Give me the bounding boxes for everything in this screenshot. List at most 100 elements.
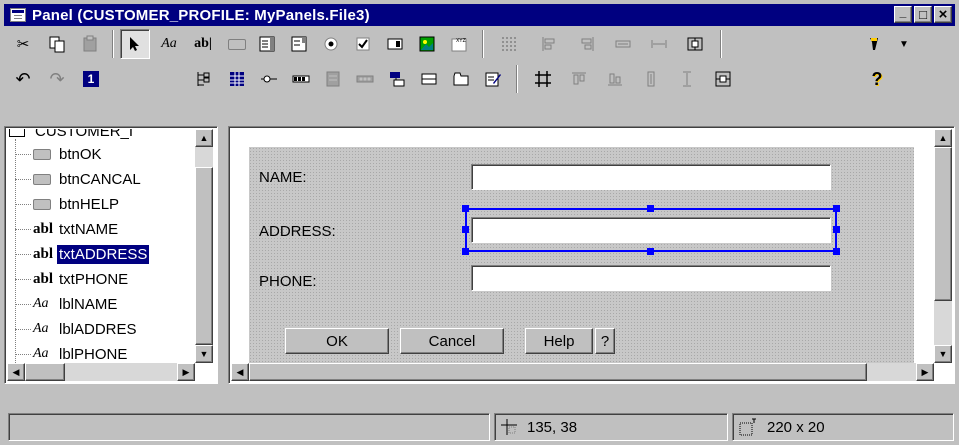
tree-item-btnCANCAL[interactable]: btnCANCAL <box>15 167 143 191</box>
button-tool-button[interactable] <box>222 29 252 59</box>
scroll-thumb[interactable] <box>195 167 213 345</box>
table-tool-button[interactable] <box>222 64 252 94</box>
menu-tool-button[interactable] <box>382 64 412 94</box>
progress-tool-button[interactable] <box>286 64 316 94</box>
tree-tool-button[interactable] <box>188 64 218 94</box>
scroll-right-button[interactable]: ▶ <box>177 363 195 381</box>
resize-handle[interactable] <box>647 248 654 255</box>
pointer-tool-button[interactable] <box>120 29 150 59</box>
tree-item-label: txtNAME <box>59 220 119 238</box>
tree-item-txtPHONE[interactable]: abl txtPHONE <box>15 267 130 291</box>
title-bar[interactable]: Panel (CUSTOMER_PROFILE: MyPanels.File3)… <box>4 4 955 26</box>
align-left-button[interactable] <box>534 29 564 59</box>
resize-handle[interactable] <box>833 205 840 212</box>
tree-item-btnHELP[interactable]: btnHELP <box>15 192 121 216</box>
tree-item-txtADDRESS[interactable]: abl txtADDRESS <box>15 242 150 266</box>
lbl-name[interactable]: NAME: <box>259 169 307 186</box>
dropdown-arrow-button[interactable]: ▼ <box>892 29 916 59</box>
spinner-tool-button[interactable] <box>350 64 380 94</box>
resize-handle[interactable] <box>462 248 469 255</box>
align-top-button[interactable] <box>564 64 594 94</box>
tree-vertical-scrollbar[interactable]: ▲ ▼ <box>195 129 213 363</box>
scroll-thumb[interactable] <box>25 363 65 381</box>
redo-button[interactable]: ↷ <box>42 64 72 94</box>
resize-handle[interactable] <box>462 226 469 233</box>
scroll-thumb[interactable] <box>249 363 867 381</box>
text-field-tool-button[interactable]: ab| <box>188 29 218 59</box>
question-button[interactable]: ? <box>595 328 615 354</box>
label-tool-button[interactable]: Aa <box>154 29 184 59</box>
design-vertical-scrollbar[interactable]: ▲ ▼ <box>934 129 952 363</box>
scroll-down-button[interactable]: ▼ <box>195 345 213 363</box>
scroll-up-button[interactable]: ▲ <box>195 129 213 147</box>
distribute-button[interactable] <box>672 64 702 94</box>
component-tree[interactable]: CUSTOMER_I btnOK btnCANCAL btnHELP abl tx… <box>4 126 218 384</box>
tree-horizontal-scrollbar[interactable]: ◀ ▶ <box>7 363 195 381</box>
grid-button[interactable] <box>494 29 524 59</box>
same-width-button[interactable] <box>608 29 638 59</box>
scroll-left-button[interactable]: ◀ <box>231 363 249 381</box>
context-help-button[interactable]: ? <box>862 64 892 94</box>
ok-button[interactable]: OK <box>285 328 389 354</box>
editor-tool-button[interactable] <box>478 64 508 94</box>
tab-tool-button[interactable] <box>446 64 476 94</box>
minimize-button[interactable]: _ <box>894 4 912 23</box>
image-tool-button[interactable] <box>412 29 442 59</box>
center-vertical-button[interactable] <box>708 64 738 94</box>
undo-button[interactable]: ↶ <box>8 64 38 94</box>
resize-handle[interactable] <box>647 205 654 212</box>
panel-canvas[interactable]: NAME: ADDRESS: PHONE: OK Cancel Help ? <box>249 147 914 379</box>
resize-handle[interactable] <box>462 205 469 212</box>
close-button[interactable]: × <box>934 6 952 23</box>
slider-tool-button[interactable] <box>254 64 284 94</box>
scroll-right-button[interactable]: ▶ <box>916 363 934 381</box>
maximize-button[interactable]: □ <box>914 6 932 23</box>
checkbox-tool-button[interactable] <box>348 29 378 59</box>
spacing-button[interactable] <box>644 29 674 59</box>
same-height-button[interactable] <box>636 64 666 94</box>
resize-handle[interactable] <box>833 226 840 233</box>
combo-tool-button[interactable] <box>284 29 314 59</box>
txt-phone-field[interactable] <box>471 265 831 291</box>
tree-item-txtNAME[interactable]: abl txtNAME <box>15 217 120 241</box>
graphic-tool-button[interactable]: XYZ <box>444 29 474 59</box>
paste-button[interactable] <box>76 29 106 59</box>
minimize-icon: _ <box>899 4 907 19</box>
design-area[interactable]: NAME: ADDRESS: PHONE: OK Cancel Help ? ▲… <box>228 126 955 384</box>
design-horizontal-scrollbar[interactable]: ◀ ▶ <box>231 363 934 381</box>
tree-item-lblADDRES[interactable]: Aa lblADDRES <box>15 317 139 341</box>
list-tool-button[interactable] <box>252 29 282 59</box>
scroll-down-button[interactable]: ▼ <box>934 345 952 363</box>
txt-name-field[interactable] <box>471 164 831 190</box>
crop-button[interactable] <box>528 64 558 94</box>
tree-item-lblNAME[interactable]: Aa lblNAME <box>15 292 119 316</box>
help-number-button[interactable]: 1 <box>76 64 106 94</box>
scroll-tool-icon <box>326 71 340 87</box>
help-button[interactable]: Help <box>525 328 593 354</box>
scroll-thumb[interactable] <box>934 147 952 301</box>
resize-handle[interactable] <box>833 248 840 255</box>
copy-button[interactable] <box>42 29 72 59</box>
cut-button[interactable]: ✂ <box>8 29 38 59</box>
lbl-phone[interactable]: PHONE: <box>259 273 317 290</box>
scroll-up-button[interactable]: ▲ <box>934 129 952 147</box>
tree-item-btnOK[interactable]: btnOK <box>15 142 104 166</box>
cancel-button[interactable]: Cancel <box>400 328 504 354</box>
pane-splitter[interactable] <box>218 126 228 384</box>
align-bottom-button[interactable] <box>600 64 630 94</box>
groupbox-tool-button[interactable] <box>380 29 410 59</box>
align-right-button[interactable] <box>572 29 602 59</box>
scroll-tool-button[interactable] <box>318 64 348 94</box>
radio-tool-button[interactable] <box>316 29 346 59</box>
flashlight-button[interactable] <box>860 29 890 59</box>
button-icon <box>33 198 55 210</box>
editor-tool-icon <box>485 72 501 87</box>
center-vertical-icon <box>715 71 731 87</box>
scroll-left-button[interactable]: ◀ <box>7 363 25 381</box>
tree-root[interactable]: CUSTOMER_I <box>9 129 135 143</box>
panel-app-icon <box>10 8 26 22</box>
lbl-address[interactable]: ADDRESS: <box>259 223 336 240</box>
maximize-icon: □ <box>919 7 927 22</box>
status-tool-button[interactable] <box>414 64 444 94</box>
center-horizontal-button[interactable] <box>680 29 710 59</box>
